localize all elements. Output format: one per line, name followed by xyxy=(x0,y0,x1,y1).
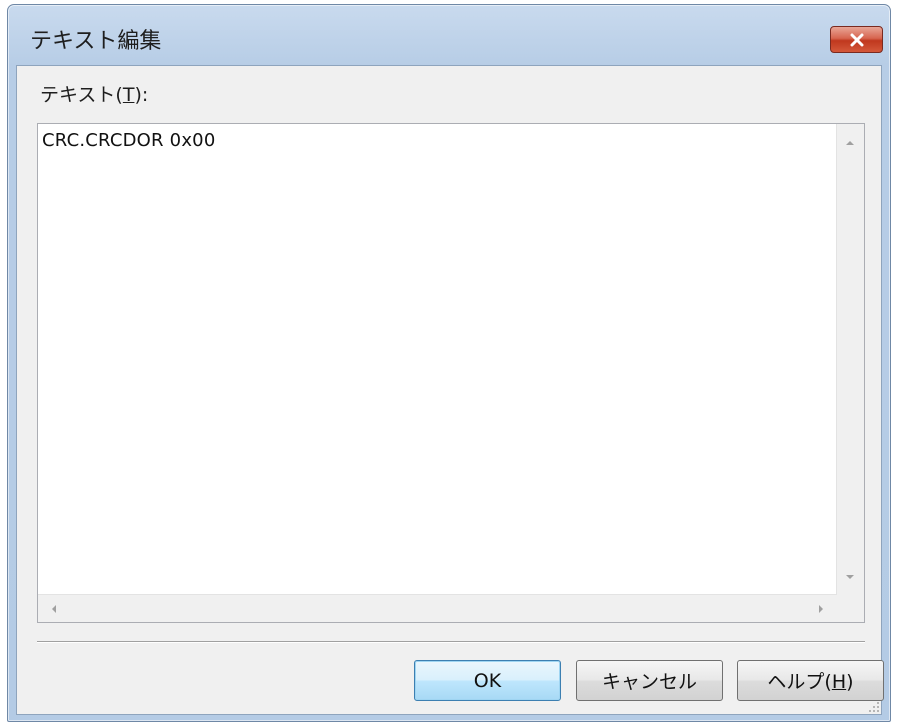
vertical-scrollbar[interactable] xyxy=(836,124,864,596)
text-edit-value[interactable]: CRC.CRCDOR 0x00 xyxy=(42,130,215,151)
text-field-label-mnemonic: T xyxy=(122,84,135,106)
cancel-button-label: キャンセル xyxy=(601,671,697,693)
scroll-left-arrow-icon[interactable] xyxy=(52,605,56,613)
text-field-label: テキスト(T): xyxy=(40,80,148,107)
help-label-mnemonic: H xyxy=(831,671,847,693)
text-field-label-prefix: テキスト( xyxy=(40,84,123,106)
help-label-suffix: ) xyxy=(846,671,854,693)
help-button-label: ヘルプ(H) xyxy=(767,667,853,694)
ok-button[interactable]: OK xyxy=(414,660,561,701)
close-icon xyxy=(849,33,865,47)
dialog-title: テキスト編集 xyxy=(30,29,162,54)
help-label-prefix: ヘルプ( xyxy=(767,671,832,693)
dialog-body: テキスト(T): CRC.CRCDOR 0x00 OK キャンセル ヘルプ(H) xyxy=(16,65,884,715)
help-button[interactable]: ヘルプ(H) xyxy=(737,660,884,701)
scroll-up-arrow-icon[interactable] xyxy=(846,141,854,145)
close-button[interactable] xyxy=(830,26,883,53)
scroll-right-arrow-icon[interactable] xyxy=(819,605,823,613)
ok-button-label: OK xyxy=(473,669,502,692)
resize-grip-icon[interactable] xyxy=(866,699,880,713)
horizontal-scrollbar[interactable] xyxy=(38,594,837,622)
text-edit-dialog: テキスト編集 テキスト(T): CRC.CRCDOR 0x00 OK キャンセル… xyxy=(7,4,891,722)
cancel-button[interactable]: キャンセル xyxy=(576,660,723,701)
scrollbar-corner xyxy=(837,595,864,622)
scroll-down-arrow-icon[interactable] xyxy=(846,575,854,579)
text-edit-area[interactable]: CRC.CRCDOR 0x00 xyxy=(37,123,865,623)
title-bar[interactable]: テキスト編集 xyxy=(8,5,890,65)
button-separator xyxy=(37,641,865,643)
text-field-label-suffix: ): xyxy=(134,84,149,106)
